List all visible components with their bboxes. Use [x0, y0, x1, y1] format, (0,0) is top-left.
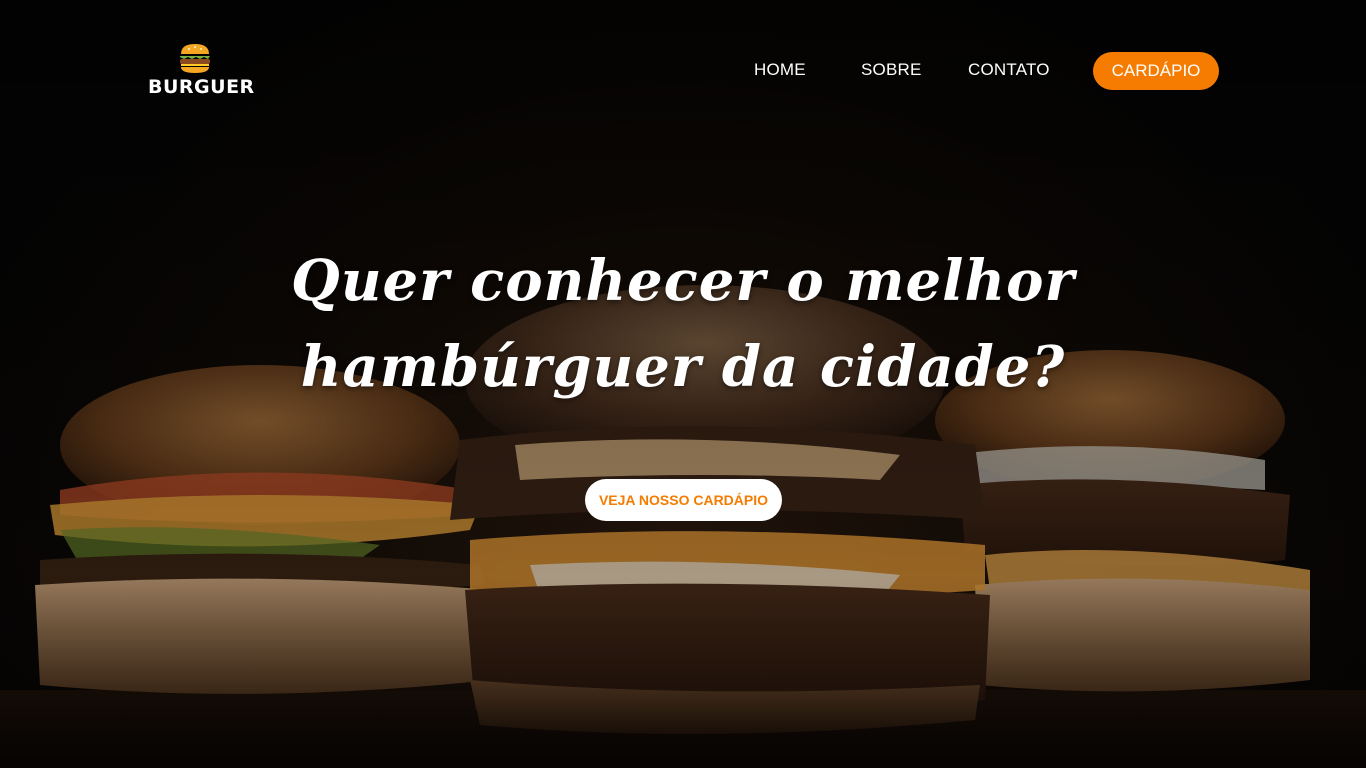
hero-headline-line1: Quer conhecer o melhor — [291, 248, 1075, 314]
nav-contato-link[interactable]: CONTATO — [968, 60, 1050, 80]
hero-headline-line2: hambúrguer da cidade? — [300, 334, 1066, 400]
view-menu-button[interactable]: VEJA NOSSO CARDÁPIO — [585, 479, 782, 521]
brand-name: BURGUER — [148, 76, 255, 98]
brand-logo[interactable]: BURGUER — [148, 42, 255, 98]
hero-section: BURGUER HOME SOBRE CONTATO CARDÁPIO Quer… — [0, 0, 1366, 768]
nav-home-link[interactable]: HOME — [754, 60, 806, 80]
burger-icon — [180, 44, 210, 73]
nav-cardapio-button[interactable]: CARDÁPIO — [1093, 52, 1219, 90]
top-navbar: BURGUER HOME SOBRE CONTATO CARDÁPIO — [0, 0, 1366, 140]
nav-sobre-link[interactable]: SOBRE — [861, 60, 922, 80]
hero-headline: Quer conhecer o melhor hambúrguer da cid… — [283, 238, 1083, 410]
